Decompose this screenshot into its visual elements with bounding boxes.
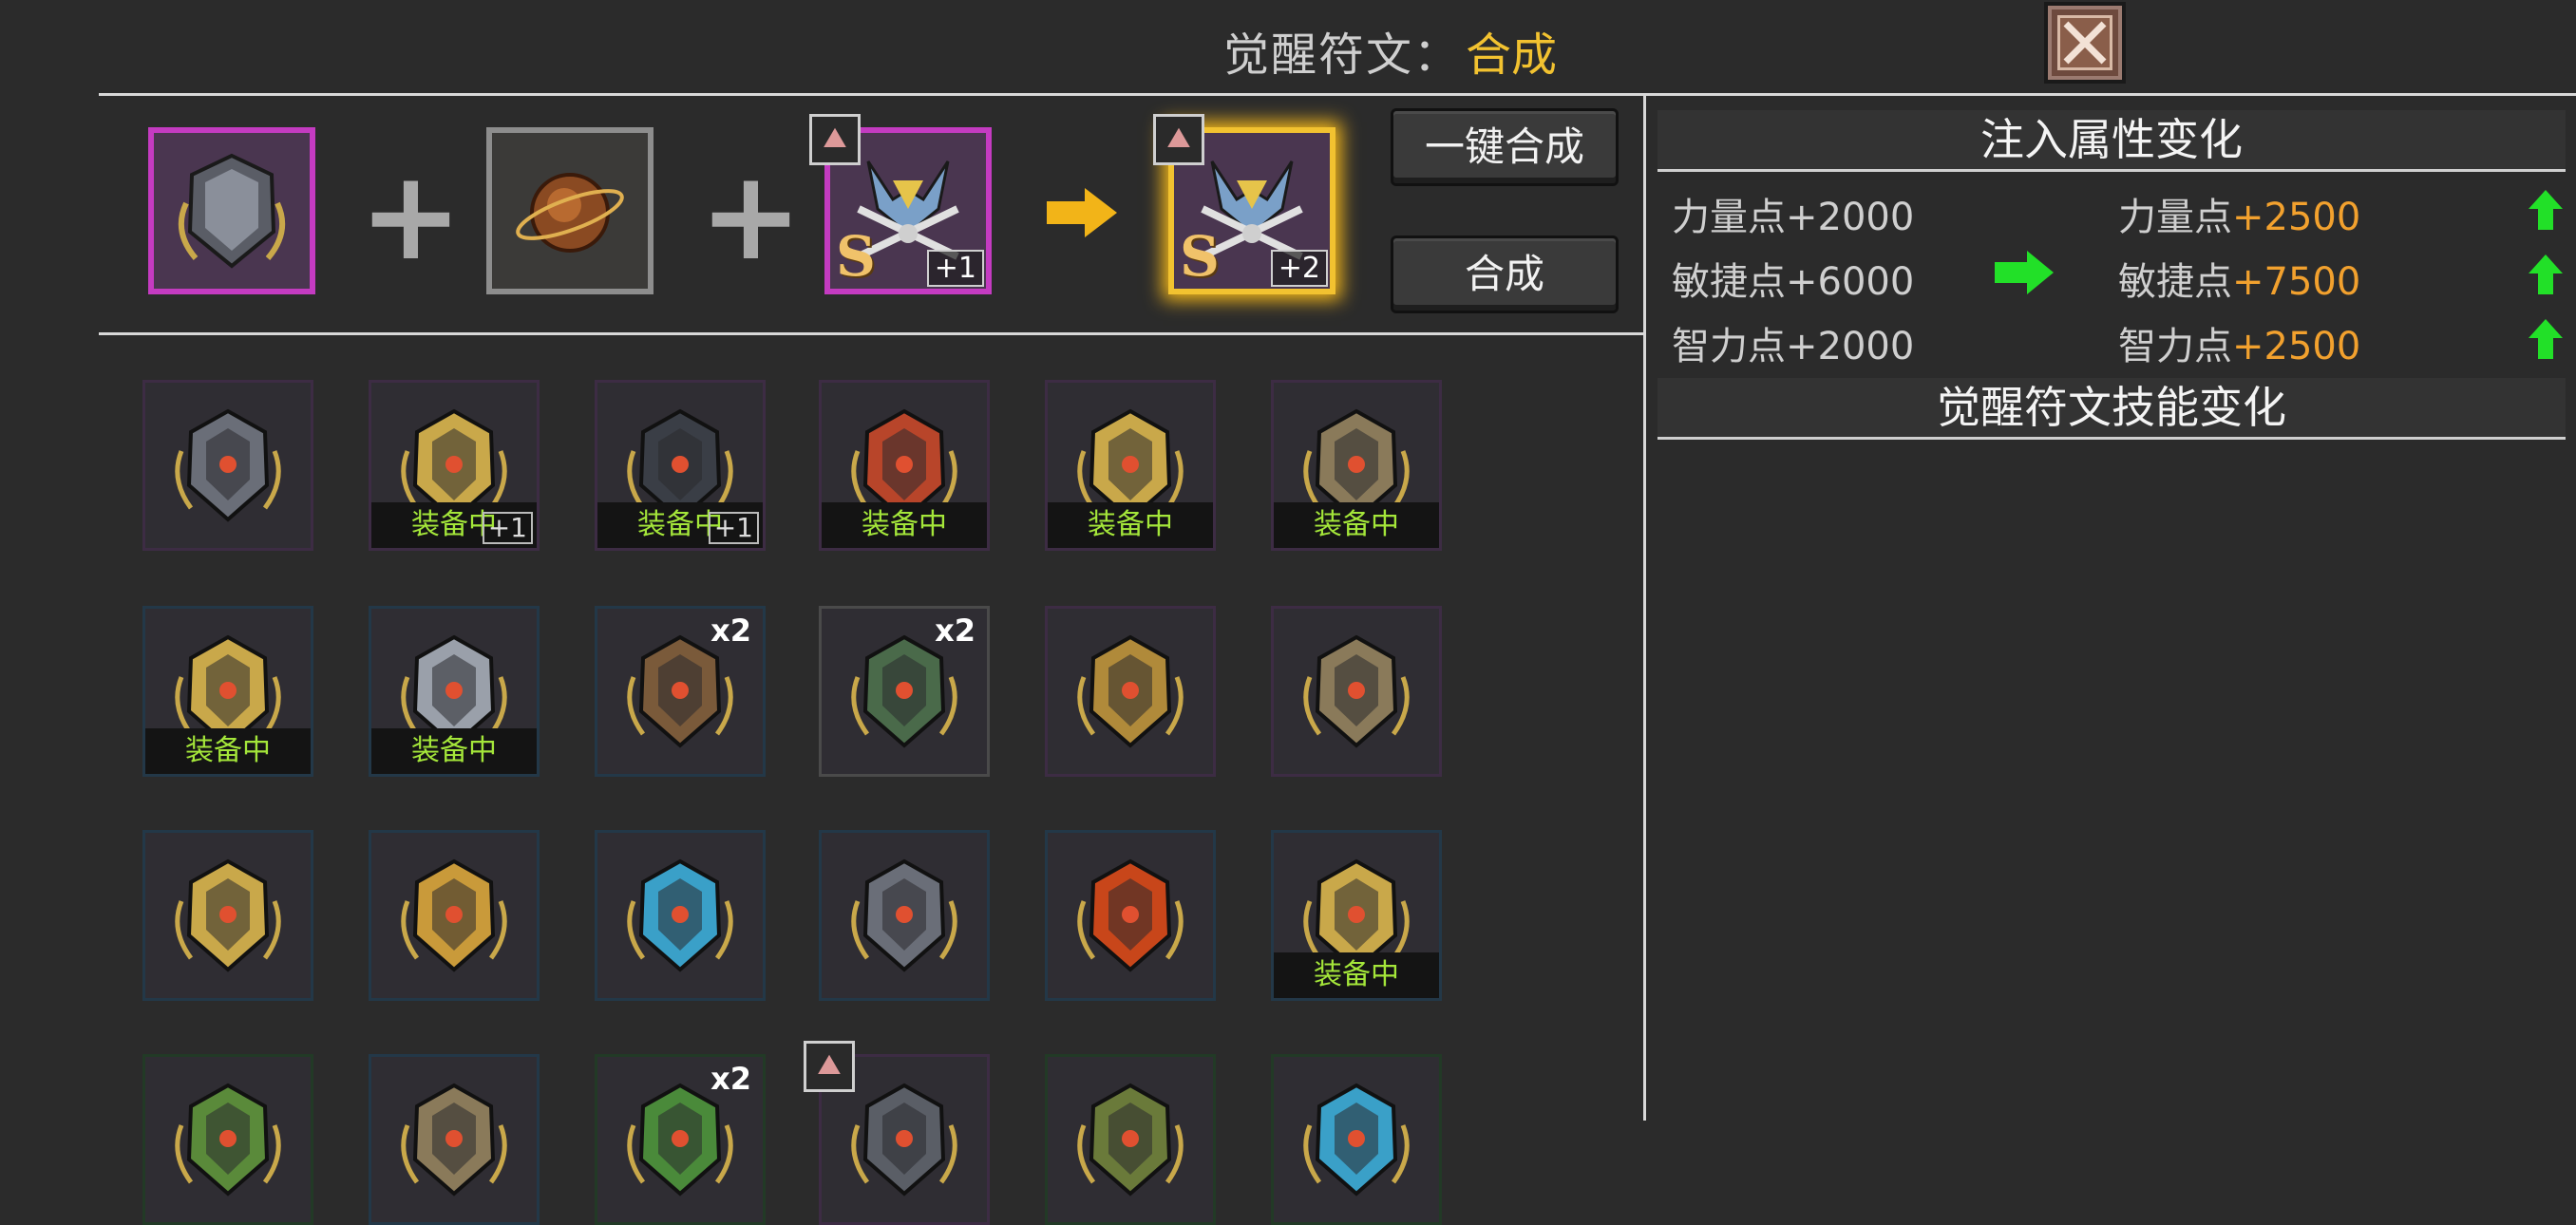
equipped-label: 装备中 <box>1274 502 1439 548</box>
panel-divider <box>1643 93 1646 1121</box>
stat-before-agi: 敏捷点+6000 <box>1672 260 1915 304</box>
stat-before-str: 力量点+2000 <box>1672 196 1915 239</box>
increase-arrow-icon <box>2529 190 2563 230</box>
header-mode: 合成 <box>1466 28 1558 82</box>
stat-after-str: 力量点+2500 <box>2118 196 2361 239</box>
awaken-tag-icon: ⛰ <box>1153 114 1204 165</box>
attr-change-title: 注入属性变化 <box>1657 110 2566 172</box>
top-divider <box>99 93 2576 96</box>
stack-count: x2 <box>710 612 751 649</box>
rune-slot[interactable]: 装备中 <box>369 606 540 777</box>
stat-after-int: 智力点+2500 <box>2118 325 2361 368</box>
header-label: 觉醒符文： <box>1223 28 1462 82</box>
compose-slot-material[interactable] <box>486 127 653 294</box>
rune-slot[interactable] <box>1045 830 1216 1001</box>
rune-icon <box>1303 634 1410 748</box>
increase-arrow-icon <box>2529 254 2563 294</box>
plus-sign: + <box>699 143 803 288</box>
rune-slot[interactable]: 装备中 <box>1045 380 1216 551</box>
rune-slot[interactable]: 装备中 <box>819 380 990 551</box>
rune-icon <box>401 1083 507 1197</box>
rune-slot[interactable]: 装备中 <box>1271 830 1442 1001</box>
rune-icon <box>401 858 507 972</box>
rune-slot[interactable]: x2 <box>819 606 990 777</box>
plus-sign: + <box>359 143 463 288</box>
rune-orb-icon <box>516 173 624 253</box>
rune-icon <box>851 858 957 972</box>
rune-slot[interactable]: 装备中 +1 <box>595 380 766 551</box>
one-key-compose-button[interactable]: 一键合成 <box>1391 108 1619 186</box>
compose-button[interactable]: 合成 <box>1391 236 1619 313</box>
stat-after-agi: 敏捷点+7500 <box>2118 260 2361 304</box>
rune-shield-icon <box>178 153 286 269</box>
awaken-tag-icon: ⛰ <box>809 114 861 165</box>
equipped-label: 装备中 <box>822 502 987 548</box>
rune-slot[interactable] <box>142 830 313 1001</box>
close-button[interactable] <box>2044 2 2126 84</box>
level-badge: +1 <box>708 512 759 544</box>
equipped-label: 装备中 <box>1274 952 1439 998</box>
stack-count: x2 <box>710 1061 751 1097</box>
rune-slot[interactable] <box>369 830 540 1001</box>
rune-slot[interactable] <box>595 830 766 1001</box>
rune-icon <box>1077 858 1184 972</box>
rune-icon <box>175 408 281 522</box>
rune-icon <box>1077 634 1184 748</box>
rune-icon <box>175 858 281 972</box>
rune-slot[interactable]: 装备中 <box>142 606 313 777</box>
rune-slot[interactable] <box>1271 606 1442 777</box>
rune-slot[interactable] <box>1271 1054 1442 1225</box>
level-badge: +1 <box>482 512 533 544</box>
level-badge: +2 <box>1270 250 1328 287</box>
rune-slot[interactable] <box>1045 1054 1216 1225</box>
awaken-tag-icon: ⛰ <box>804 1041 855 1092</box>
rune-slot[interactable] <box>819 830 990 1001</box>
rune-slot[interactable]: 装备中 <box>1271 380 1442 551</box>
equipped-label: 装备中 <box>145 728 311 774</box>
compose-divider <box>99 332 1645 335</box>
rune-icon <box>1303 1083 1410 1197</box>
rune-icon <box>175 1083 281 1197</box>
grade-badge: S <box>836 224 876 289</box>
grade-badge: S <box>1180 224 1220 289</box>
close-icon <box>2057 15 2112 70</box>
equipped-label: 装备中 <box>371 728 537 774</box>
equipped-label: 装备中 <box>1048 502 1213 548</box>
rune-icon <box>851 1083 957 1197</box>
compose-slot-main[interactable] <box>148 127 315 294</box>
increase-arrow-icon <box>2529 319 2563 359</box>
arrow-right-icon <box>1047 188 1117 237</box>
rune-slot[interactable] <box>1045 606 1216 777</box>
rune-slot[interactable]: 装备中 +1 <box>369 380 540 551</box>
skill-change-title: 觉醒符文技能变化 <box>1657 378 2566 440</box>
rune-icon <box>1077 1083 1184 1197</box>
rune-slot[interactable] <box>142 380 313 551</box>
level-badge: +1 <box>926 250 984 287</box>
rune-icon <box>627 858 733 972</box>
stat-before-int: 智力点+2000 <box>1672 325 1915 368</box>
rune-slot[interactable] <box>142 1054 313 1225</box>
change-arrow-icon <box>1995 251 2054 294</box>
rune-slot[interactable]: x2 <box>595 1054 766 1225</box>
rune-slot[interactable]: x2 <box>595 606 766 777</box>
rune-slot[interactable] <box>369 1054 540 1225</box>
stack-count: x2 <box>935 612 975 649</box>
